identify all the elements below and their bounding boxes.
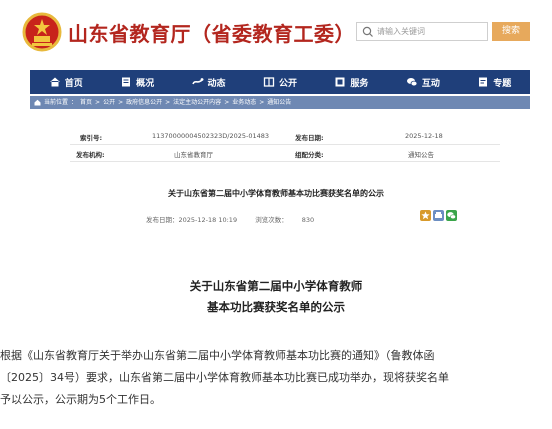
document-body: 根据《山东省教育厅关于举办山东省第二届中小学体育教师基本功比赛的通知》（鲁教体函… bbox=[0, 345, 552, 411]
wechat-share-icon[interactable] bbox=[446, 210, 457, 221]
nav-item-service[interactable]: 服务 bbox=[316, 70, 387, 94]
disclosure-icon bbox=[263, 77, 275, 87]
home-icon bbox=[49, 77, 60, 87]
main-nav: 首页 概况 动态 公开 服务 互动 专题 bbox=[30, 70, 530, 94]
print-icon[interactable] bbox=[433, 210, 444, 221]
body-line: 根据《山东省教育厅关于举办山东省第二届中小学体育教师基本功比赛的通知》（鲁教体函 bbox=[0, 349, 435, 362]
breadcrumb-label: 当前位置 bbox=[44, 99, 69, 106]
breadcrumb: 当前位置： 首页 > 公开 > 政府信息公开 > 法定主动公开内容 > 业务动态 > 通知… bbox=[30, 96, 530, 109]
nav-label: 服务 bbox=[350, 78, 369, 89]
index-value: 11370000004502323D/2025-01483 bbox=[152, 132, 270, 140]
nav-label: 专题 bbox=[493, 78, 512, 89]
body-line: 予以公示，公示期为5个工作日。 bbox=[0, 393, 161, 406]
nav-label: 动态 bbox=[207, 78, 226, 89]
views-value: 830 bbox=[301, 216, 315, 224]
breadcrumb-home[interactable]: 首页 bbox=[80, 96, 92, 109]
location-icon bbox=[34, 99, 41, 106]
nav-item-interaction[interactable]: 互动 bbox=[387, 70, 458, 94]
site-header: 山东省教育厅（省委教育工委） 搜索 bbox=[0, 0, 552, 66]
breadcrumb-notices[interactable]: 通知公告 bbox=[267, 96, 291, 109]
views-label: 浏览次数： bbox=[255, 216, 288, 224]
emblem-icon bbox=[22, 12, 62, 52]
topics-icon bbox=[479, 77, 488, 87]
document-title-line-1: 关于山东省第二届中小学体育教师 bbox=[189, 279, 363, 293]
overview-icon bbox=[122, 77, 131, 87]
breadcrumb-gov-info[interactable]: 政府信息公开 bbox=[126, 96, 162, 109]
search-icon bbox=[362, 26, 373, 37]
divider bbox=[70, 144, 500, 145]
date-label: 发布日期: bbox=[295, 134, 324, 142]
search-button[interactable]: 搜索 bbox=[492, 22, 530, 41]
favorite-icon[interactable] bbox=[420, 210, 431, 221]
breadcrumb-disclosure[interactable]: 公开 bbox=[103, 96, 115, 109]
service-icon bbox=[335, 77, 345, 87]
document-title-line-2: 基本功比赛获奖名单的公示 bbox=[207, 300, 345, 314]
article-meta: 发布日期：2025-12-18 10:19 浏览次数： 830 bbox=[146, 214, 314, 224]
document-info-table: 索引号: 11370000004502323D/2025-01483 发布日期:… bbox=[30, 118, 530, 170]
divider bbox=[70, 161, 500, 162]
breadcrumb-business[interactable]: 业务动态 bbox=[232, 96, 256, 109]
site-title: 山东省教育厅（省委教育工委） bbox=[68, 22, 355, 46]
article-heading: 关于山东省第二届中小学体育教师基本功比赛获奖名单的公示 bbox=[168, 189, 384, 198]
nav-item-overview[interactable]: 概况 bbox=[101, 70, 172, 94]
nav-label: 公开 bbox=[278, 78, 297, 89]
nav-label: 首页 bbox=[64, 78, 83, 89]
nav-item-topics[interactable]: 专题 bbox=[459, 70, 530, 94]
publish-label: 发布日期： bbox=[146, 216, 179, 224]
search-box bbox=[356, 22, 488, 41]
category-label: 组配分类: bbox=[295, 151, 324, 159]
org-label: 发布机构: bbox=[76, 151, 105, 159]
date-value: 2025-12-18 bbox=[405, 132, 443, 140]
nav-item-home[interactable]: 首页 bbox=[30, 70, 101, 94]
nav-label: 概况 bbox=[136, 78, 155, 89]
body-line: 〔2025〕34号）要求，山东省第二届中小学体育教师基本功比赛已成功举办，现将获… bbox=[0, 371, 449, 384]
news-icon bbox=[191, 78, 204, 85]
index-label: 索引号: bbox=[80, 134, 103, 142]
category-value: 通知公告 bbox=[408, 151, 434, 159]
nav-item-news[interactable]: 动态 bbox=[173, 70, 244, 94]
publish-time: 2025-12-18 10:19 bbox=[178, 216, 238, 224]
nav-label: 互动 bbox=[421, 78, 440, 89]
nav-item-disclosure[interactable]: 公开 bbox=[244, 70, 315, 94]
search-input[interactable] bbox=[377, 24, 483, 39]
org-value: 山东省教育厅 bbox=[174, 151, 213, 159]
interaction-icon bbox=[406, 78, 418, 87]
breadcrumb-statutory[interactable]: 法定主动公开内容 bbox=[173, 96, 221, 109]
